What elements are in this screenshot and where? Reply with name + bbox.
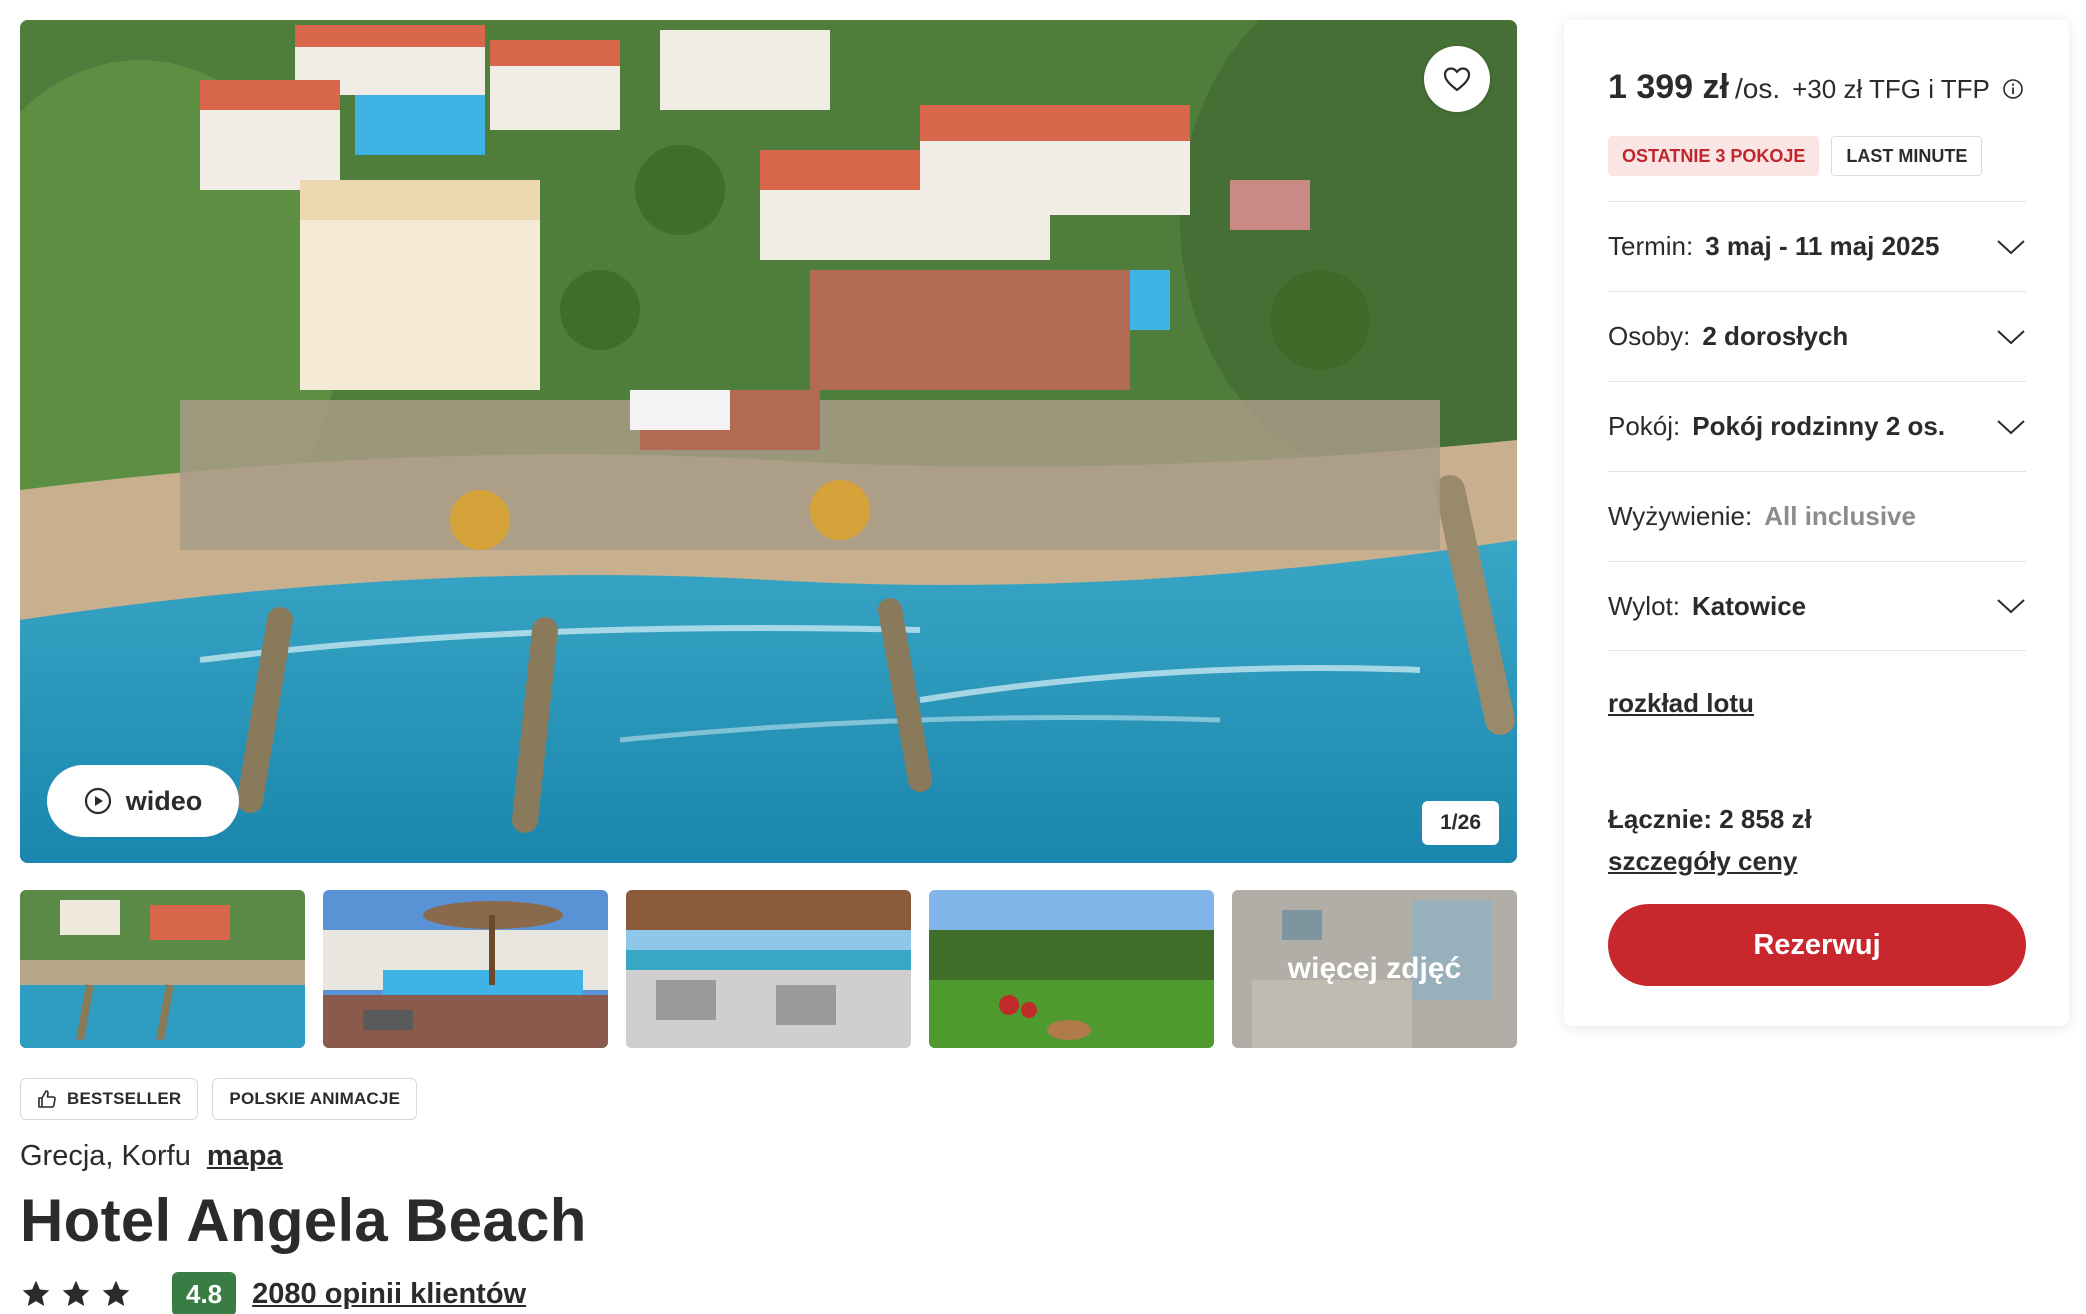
booking-badges: OSTATNIE 3 POKOJE LAST MINUTE <box>1608 136 1983 176</box>
hotel-tags: BESTSELLER POLSKIE ANIMACJE <box>20 1078 418 1120</box>
option-label: Osoby: <box>1608 321 1691 351</box>
total-price: Łącznie: 2 858 zł <box>1608 804 1812 834</box>
tag-label: BESTSELLER <box>67 1089 182 1108</box>
star-icon <box>102 1280 130 1306</box>
rating-score: 4.8 <box>172 1272 237 1314</box>
video-label: wideo <box>125 785 203 816</box>
option-value: 3 maj - 11 maj 2025 <box>1705 231 1940 261</box>
hotel-location: Grecja, Korfu mapa <box>20 1140 283 1173</box>
heart-icon <box>1443 67 1471 92</box>
play-circle-icon <box>84 787 111 815</box>
option-date[interactable]: Termin: 3 maj - 11 maj 2025 <box>1608 201 2026 291</box>
price-row: 1 399 zł /os. +30 zł TFG i TFP <box>1608 68 2024 107</box>
option-board: Wyżywienie: All inclusive <box>1608 471 2026 561</box>
option-label: Wyżywienie: <box>1608 501 1753 531</box>
fee-text: +30 zł TFG i TFP <box>1792 74 1990 104</box>
thumbnail-2[interactable] <box>323 890 608 1048</box>
per-person: /os. <box>1734 73 1781 104</box>
chevron-down-icon <box>1997 239 2025 254</box>
last-minute-badge: LAST MINUTE <box>1831 136 1983 176</box>
info-icon[interactable] <box>2002 78 2024 100</box>
thumbnail-3[interactable] <box>626 890 911 1048</box>
option-persons[interactable]: Osoby: 2 dorosłych <box>1608 291 2026 381</box>
tag-polish-animations: POLSKIE ANIMACJE <box>212 1078 418 1120</box>
photo-counter: 1/26 <box>1422 801 1499 845</box>
thumbnail-strip: więcej zdjęć <box>20 890 1517 1048</box>
thumbs-up-icon <box>38 1090 56 1108</box>
price-details-link[interactable]: szczegóły ceny <box>1608 846 1797 877</box>
star-icon <box>62 1280 90 1306</box>
tag-bestseller: BESTSELLER <box>20 1078 199 1120</box>
booking-card: 1 399 zł /os. +30 zł TFG i TFP OSTATNIE … <box>1564 20 2069 1026</box>
rating-row: 4.8 2080 opinii klientów <box>20 1272 526 1314</box>
video-button[interactable]: wideo <box>47 765 239 837</box>
reviews-link[interactable]: 2080 opinii klientów <box>252 1278 526 1311</box>
last-rooms-badge: OSTATNIE 3 POKOJE <box>1608 136 1820 176</box>
book-button[interactable]: Rezerwuj <box>1608 904 2026 986</box>
map-link[interactable]: mapa <box>207 1140 283 1173</box>
option-value: Pokój rodzinny 2 os. <box>1692 411 1946 441</box>
more-photos-label: więcej zdjęć <box>1232 890 1517 1048</box>
thumbnail-4[interactable] <box>929 890 1214 1048</box>
thumbnail-image <box>929 890 1214 1048</box>
option-label: Pokój: <box>1608 411 1681 441</box>
hotel-stars <box>20 1278 132 1310</box>
chevron-down-icon <box>1997 599 2025 614</box>
option-room[interactable]: Pokój: Pokój rodzinny 2 os. <box>1608 381 2026 471</box>
option-value: All inclusive <box>1764 501 1916 531</box>
location-text: Grecja, Korfu <box>20 1140 191 1172</box>
thumbnail-image <box>20 890 305 1048</box>
more-photos-thumbnail[interactable]: więcej zdjęć <box>1232 890 1517 1048</box>
tag-label: POLSKIE ANIMACJE <box>229 1089 401 1108</box>
flight-schedule-link[interactable]: rozkład lotu <box>1608 688 1754 719</box>
star-icon <box>22 1280 50 1306</box>
hotel-name: Hotel Angela Beach <box>20 1187 587 1254</box>
option-value: Katowice <box>1692 590 1807 621</box>
price: 1 399 zł <box>1608 68 1729 106</box>
option-label: Termin: <box>1608 231 1694 261</box>
thumbnail-image <box>323 890 608 1048</box>
option-departure[interactable]: Wylot: Katowice <box>1608 561 2026 651</box>
chevron-down-icon <box>1997 419 2025 434</box>
thumbnail-1[interactable] <box>20 890 305 1048</box>
option-label: Wylot: <box>1608 590 1680 621</box>
thumbnail-image <box>626 890 911 1048</box>
favorite-button[interactable] <box>1424 46 1490 112</box>
option-value: 2 dorosłych <box>1702 321 1849 351</box>
main-photo[interactable]: wideo 1/26 <box>20 20 1517 863</box>
resort-aerial-image <box>20 20 1517 863</box>
chevron-down-icon <box>1997 329 2025 344</box>
